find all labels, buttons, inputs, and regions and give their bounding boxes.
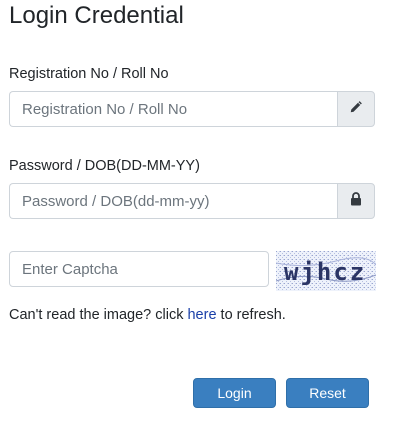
registration-label: Registration No / Roll No xyxy=(9,66,169,82)
login-button[interactable]: Login xyxy=(193,378,276,408)
registration-input-group xyxy=(9,91,375,127)
captcha-input[interactable] xyxy=(9,251,269,287)
help-suffix: to refresh. xyxy=(220,307,286,323)
captcha-image: wjhcz xyxy=(276,251,376,291)
registration-input[interactable] xyxy=(9,91,337,127)
page-title: Login Credential xyxy=(9,2,184,29)
refresh-captcha-link[interactable]: here xyxy=(187,307,216,323)
password-addon[interactable] xyxy=(337,183,375,219)
captcha-help-text: Can't read the image? click here to refr… xyxy=(9,307,286,323)
pencil-icon xyxy=(349,100,363,119)
reset-button[interactable]: Reset xyxy=(286,378,369,408)
captcha-text: wjhcz xyxy=(284,258,366,286)
password-input[interactable] xyxy=(9,183,337,219)
lock-icon xyxy=(350,191,362,211)
password-label: Password / DOB(DD-MM-YY) xyxy=(9,158,200,174)
registration-addon[interactable] xyxy=(337,91,375,127)
password-input-group xyxy=(9,183,375,219)
help-prefix: Can't read the image? click xyxy=(9,307,184,323)
